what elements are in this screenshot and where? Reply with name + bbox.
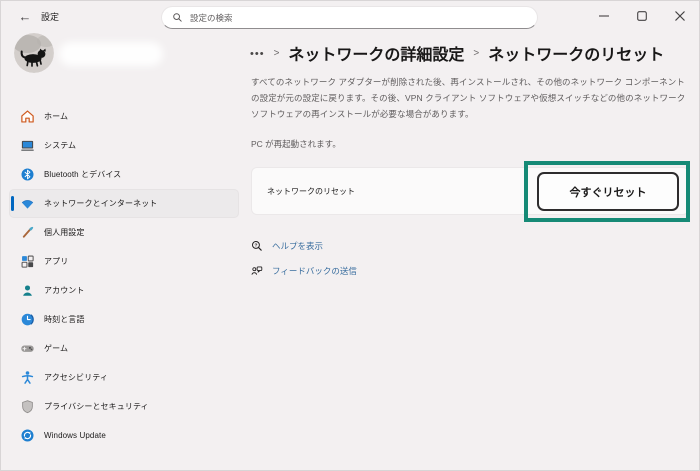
apps-icon (21, 255, 34, 268)
sidebar-nav: ホーム システム Bluetooth とデバイス ネットワークとインターネット (9, 102, 239, 450)
sidebar-item-windows-update[interactable]: Windows Update (9, 421, 239, 450)
close-button[interactable] (661, 1, 699, 31)
page-title: ネットワークのリセット (488, 47, 665, 64)
sidebar-item-gaming[interactable]: ゲーム (9, 334, 239, 363)
sidebar-item-label: ホーム (44, 112, 69, 121)
network-reset-label: ネットワークのリセット (267, 186, 355, 196)
sidebar-item-network-internet[interactable]: ネットワークとインターネット (9, 189, 239, 218)
home-icon (21, 110, 34, 123)
back-button[interactable]: ← (15, 6, 35, 26)
sidebar-item-label: Windows Update (44, 431, 106, 440)
breadcrumb: ••• > ネットワークの詳細設定 > ネットワークのリセット (250, 41, 664, 65)
sidebar-item-label: ネットワークとインターネット (44, 199, 158, 208)
bluetooth-icon (21, 168, 34, 181)
wifi-icon (21, 200, 34, 209)
minimize-icon (599, 15, 609, 17)
user-name-redacted (59, 42, 163, 66)
sidebar-item-system[interactable]: システム (9, 131, 239, 160)
sidebar-item-time-language[interactable]: 時刻と言語 (9, 305, 239, 334)
show-help-label: ヘルプを表示 (272, 241, 324, 251)
maximize-icon (637, 11, 647, 21)
gamepad-icon (21, 345, 34, 352)
window-controls (585, 1, 699, 31)
sidebar-item-privacy-security[interactable]: プライバシーとセキュリティ (9, 392, 239, 421)
sidebar-item-label: Bluetooth とデバイス (44, 170, 122, 179)
app-title: 設定 (41, 12, 60, 22)
reset-now-button[interactable]: 今すぐリセット (537, 172, 679, 211)
search-input[interactable] (190, 12, 527, 23)
sidebar-item-apps[interactable]: アプリ (9, 247, 239, 276)
sidebar-item-label: プライバシーとセキュリティ (44, 402, 149, 411)
sidebar-item-label: 個人用設定 (44, 228, 85, 237)
accessibility-person-icon (21, 371, 34, 384)
sidebar-item-label: アクセシビリティ (44, 373, 108, 382)
sidebar-item-home[interactable]: ホーム (9, 102, 239, 131)
breadcrumb-parent[interactable]: ネットワークの詳細設定 (288, 41, 464, 65)
maximize-button[interactable] (623, 1, 661, 31)
breadcrumb-separator: > (273, 48, 280, 59)
settings-window: ← 設定 設定の検索 ホーム システム Bluetooth とデバイス ネットワ… (0, 0, 700, 471)
system-icon (21, 140, 34, 151)
avatar (14, 33, 54, 73)
help-search-icon: ? (252, 241, 262, 251)
sidebar-item-personalization[interactable]: 個人用設定 (9, 218, 239, 247)
sidebar-item-label: システム (44, 141, 77, 150)
search-icon (173, 13, 182, 22)
show-help-link[interactable]: ? ヘルプを表示 (251, 240, 323, 252)
cat-avatar-image (14, 33, 54, 73)
sidebar-item-bluetooth-devices[interactable]: Bluetooth とデバイス (9, 160, 239, 189)
svg-text:?: ? (254, 243, 257, 249)
minimize-button[interactable] (585, 1, 623, 31)
send-feedback-link[interactable]: フィードバックの送信 (251, 265, 357, 277)
shield-icon (22, 400, 33, 414)
sidebar-item-label: 時刻と言語 (44, 315, 85, 324)
sidebar-item-label: アプリ (44, 257, 69, 266)
update-refresh-icon (21, 429, 34, 442)
feedback-icon (251, 266, 263, 275)
close-icon (675, 11, 685, 21)
account-person-icon (23, 285, 32, 296)
paintbrush-icon (22, 226, 34, 238)
reset-description: すべてのネットワーク アダプターが削除された後、再インストールされ、その他のネッ… (251, 77, 686, 119)
send-feedback-label: フィードバックの送信 (272, 266, 357, 276)
restart-note: PC が再起動されます。 (251, 139, 341, 149)
sidebar-item-accessibility[interactable]: アクセシビリティ (9, 363, 239, 392)
breadcrumb-overflow-button[interactable]: ••• (250, 46, 265, 60)
search-box[interactable] (161, 6, 538, 29)
sidebar-item-accounts[interactable]: アカウント (9, 276, 239, 305)
sidebar-item-label: アカウント (44, 286, 85, 295)
clock-globe-icon (21, 313, 34, 326)
breadcrumb-separator: > (473, 48, 480, 59)
sidebar-item-label: ゲーム (44, 344, 69, 353)
